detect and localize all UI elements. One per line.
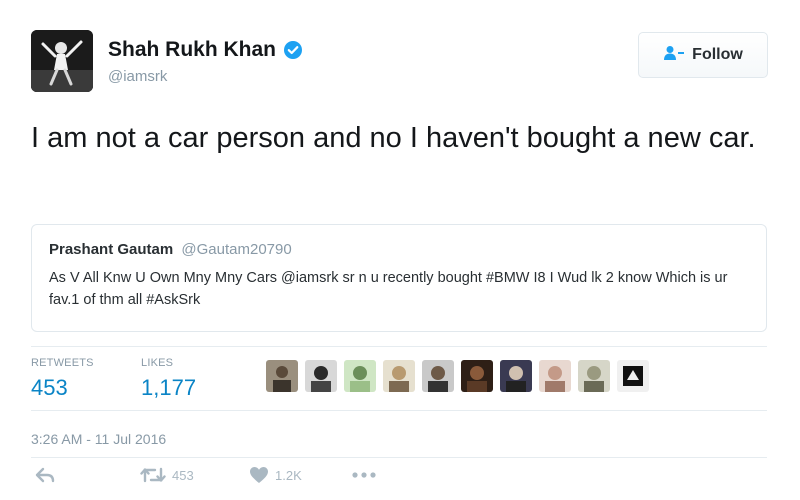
author-avatar[interactable] [31,30,93,92]
retweet-icon [140,466,166,484]
follow-user-icon [663,45,685,66]
author-display-name[interactable]: Shah Rukh Khan [108,38,276,62]
like-count: 1.2K [275,467,302,483]
liker-avatar[interactable] [617,360,649,392]
liker-avatar[interactable] [500,360,532,392]
liker-avatar[interactable] [422,360,454,392]
retweets-count: 453 [31,375,68,400]
tweet-timestamp[interactable]: 3:26 AM - 11 Jul 2016 [31,431,166,447]
likers-avatars [266,360,649,392]
follow-button[interactable]: Follow [638,32,768,78]
retweet-button[interactable]: 453 [140,466,194,484]
liker-avatar[interactable] [344,360,376,392]
liker-avatar[interactable] [305,360,337,392]
reply-button[interactable] [35,466,55,484]
divider [31,346,767,347]
more-icon [351,466,377,484]
liker-avatar[interactable] [383,360,415,392]
follow-button-label: Follow [692,46,743,63]
liker-avatar[interactable] [578,360,610,392]
likes-label: LIKES [141,357,174,369]
liker-avatar[interactable] [266,360,298,392]
verified-icon [283,40,303,60]
author-handle[interactable]: @iamsrk [108,68,303,85]
author-info: Shah Rukh Khan @iamsrk [108,38,303,85]
like-button[interactable]: 1.2K [249,466,302,484]
retweets-stat[interactable]: RETWEETS 453 [31,357,94,401]
likes-stat[interactable]: LIKES 1,177 [141,357,196,401]
heart-icon [249,466,269,484]
divider [31,410,767,411]
retweet-count: 453 [172,467,194,483]
quoted-tweet-header: Prashant Gautam @Gautam20790 [49,241,750,258]
divider [31,457,767,458]
tweet-card: Shah Rukh Khan @iamsrk Follow I am not a… [0,0,800,500]
reply-icon [35,466,55,484]
quoted-tweet[interactable]: Prashant Gautam @Gautam20790 As V All Kn… [31,224,767,332]
more-button[interactable] [351,466,377,484]
likes-count: 1,177 [141,375,197,400]
quoted-author-name: Prashant Gautam [49,241,174,258]
quoted-author-handle: @Gautam20790 [181,241,292,258]
liker-avatar[interactable] [539,360,571,392]
quoted-tweet-text: As V All Knw U Own Mny Mny Cars @iamsrk … [49,270,728,308]
tweet-text: I am not a car person and no I haven't b… [31,122,756,154]
retweets-label: RETWEETS [31,357,94,369]
liker-avatar[interactable] [461,360,493,392]
